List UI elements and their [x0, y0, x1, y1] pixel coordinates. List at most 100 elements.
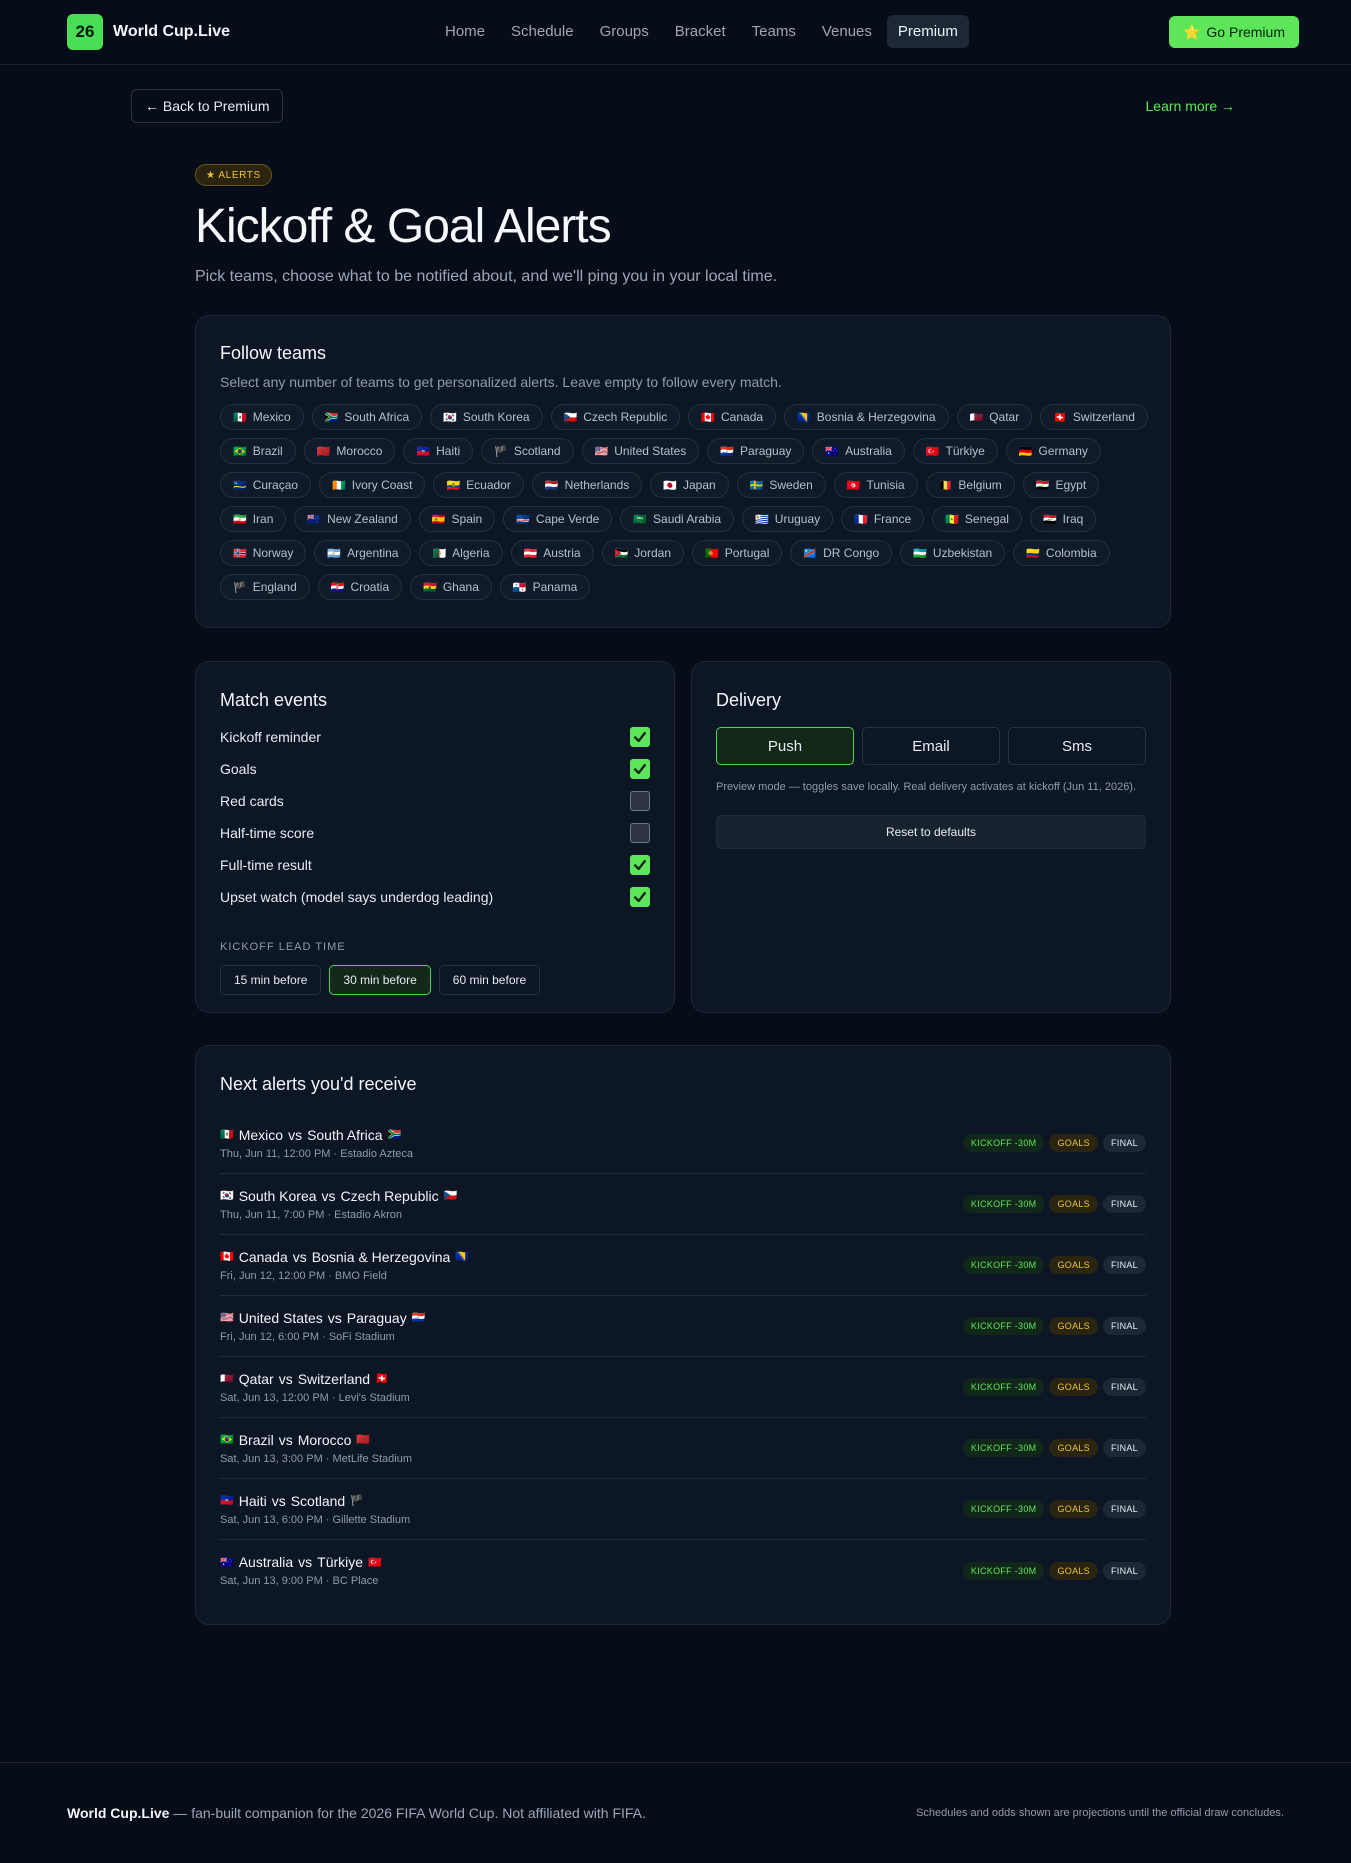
team-chip-south-korea[interactable]: 🇰🇷 South Korea	[430, 404, 543, 430]
nav-teams[interactable]: Teams	[741, 15, 807, 48]
team-chip-morocco[interactable]: 🇲🇦 Morocco	[303, 438, 396, 464]
away-flag-icon: 🇵🇾	[411, 1311, 426, 1324]
home-flag-icon: 🇲🇽	[220, 1128, 234, 1141]
team-chip-england[interactable]: 🏴 England	[220, 574, 310, 600]
nav-home[interactable]: Home	[434, 15, 496, 48]
team-chip-algeria[interactable]: 🇩🇿 Algeria	[419, 540, 503, 566]
team-chip-jordan[interactable]: 🇯🇴 Jordan	[601, 540, 684, 566]
delivery-title: Delivery	[716, 690, 782, 710]
away-team: Czech Republic	[340, 1187, 439, 1204]
lead-option-60-min-before[interactable]: 60 min before	[438, 965, 541, 995]
flag-icon: 🇯🇴	[614, 546, 629, 560]
back-to-premium-button[interactable]: ← Back to Premium	[131, 89, 284, 123]
event-label: Kickoff reminder	[220, 729, 321, 745]
team-chip-norway[interactable]: 🇳🇴 Norway	[220, 540, 307, 566]
team-chip-panama[interactable]: 🇵🇦 Panama	[499, 574, 591, 600]
team-chip-ecuador[interactable]: 🇪🇨 Ecuador	[433, 472, 524, 498]
team-chip-uzbekistan[interactable]: 🇺🇿 Uzbekistan	[900, 540, 1006, 566]
next-alerts-title: Next alerts you'd receive	[220, 1074, 417, 1094]
nav-venues[interactable]: Venues	[811, 15, 883, 48]
go-premium-button[interactable]: ⭐ Go Premium	[1168, 16, 1299, 48]
event-checkbox[interactable]	[630, 791, 650, 811]
team-chip-dr-congo[interactable]: 🇨🇩 DR Congo	[790, 540, 893, 566]
channel-email[interactable]: Email	[862, 727, 1000, 765]
footer: World Cup.Live — fan-built companion for…	[0, 1762, 1351, 1863]
team-chip-argentina[interactable]: 🇦🇷 Argentina	[314, 540, 412, 566]
nav-bracket[interactable]: Bracket	[664, 15, 737, 48]
flag-icon: 🇨🇦	[701, 410, 716, 424]
flag-icon: 🇲🇽	[233, 410, 247, 424]
nav-groups[interactable]: Groups	[589, 15, 660, 48]
team-chip-iran[interactable]: 🇮🇷 Iran	[220, 506, 287, 532]
team-chip-paraguay[interactable]: 🇵🇾 Paraguay	[707, 438, 805, 464]
reset-defaults-button[interactable]: Reset to defaults	[716, 815, 1146, 849]
final-badge: FINAL	[1102, 1134, 1146, 1152]
team-chip-austria[interactable]: 🇦🇹 Austria	[510, 540, 594, 566]
event-row-goals: Goals	[220, 753, 650, 785]
team-chip-united-states[interactable]: 🇺🇸 United States	[581, 438, 700, 464]
team-chip-canada[interactable]: 🇨🇦 Canada	[688, 404, 777, 430]
team-chip-cura-ao[interactable]: 🇨🇼 Curaçao	[220, 472, 312, 498]
team-chip-croatia[interactable]: 🇭🇷 Croatia	[317, 574, 403, 600]
team-chip-iraq[interactable]: 🇮🇶 Iraq	[1029, 506, 1097, 532]
team-chip-haiti[interactable]: 🇭🇹 Haiti	[403, 438, 474, 464]
event-checkbox[interactable]	[630, 823, 650, 843]
flag-icon: 🇫🇷	[854, 512, 868, 526]
channel-sms[interactable]: Sms	[1008, 727, 1146, 765]
team-chip-tunisia[interactable]: 🇹🇳 Tunisia	[833, 472, 918, 498]
team-chip-label: Ivory Coast	[351, 478, 413, 492]
team-chip-japan[interactable]: 🇯🇵 Japan	[650, 472, 729, 498]
team-chip-ivory-coast[interactable]: 🇨🇮 Ivory Coast	[319, 472, 426, 498]
team-chip-belgium[interactable]: 🇧🇪 Belgium	[925, 472, 1015, 498]
team-chip-label: Germany	[1038, 444, 1088, 458]
team-chip-brazil[interactable]: 🇧🇷 Brazil	[220, 438, 296, 464]
flag-icon: 🇨🇩	[803, 546, 818, 560]
event-checkbox[interactable]	[630, 727, 650, 747]
team-chip-australia[interactable]: 🇦🇺 Australia	[812, 438, 905, 464]
team-chip-uruguay[interactable]: 🇺🇾 Uruguay	[742, 506, 834, 532]
team-chip-south-africa[interactable]: 🇿🇦 South Africa	[311, 404, 423, 430]
nav-schedule[interactable]: Schedule	[500, 15, 585, 48]
team-chip-switzerland[interactable]: 🇨🇭 Switzerland	[1040, 404, 1148, 430]
lead-option-15-min-before[interactable]: 15 min before	[220, 965, 322, 995]
team-chip-t-rkiye[interactable]: 🇹🇷 Türkiye	[912, 438, 998, 464]
team-chip-label: United States	[614, 444, 687, 458]
nav-premium[interactable]: Premium	[886, 15, 969, 48]
goals-badge: GOALS	[1049, 1439, 1098, 1457]
team-chip-netherlands[interactable]: 🇳🇱 Netherlands	[531, 472, 643, 498]
team-chip-senegal[interactable]: 🇸🇳 Senegal	[932, 506, 1022, 532]
team-chip-ghana[interactable]: 🇬🇭 Ghana	[410, 574, 492, 600]
kickoff-badge: KICKOFF -30M	[962, 1317, 1045, 1335]
match-meta: Sat, Jun 13, 12:00 PM · Levi's Stadium	[220, 1391, 410, 1404]
vs-label: vs	[292, 1248, 307, 1265]
team-chip-qatar[interactable]: 🇶🇦 Qatar	[956, 404, 1033, 430]
team-chip-czech-republic[interactable]: 🇨🇿 Czech Republic	[550, 404, 681, 430]
team-chip-sweden[interactable]: 🇸🇪 Sweden	[736, 472, 826, 498]
team-chip-cape-verde[interactable]: 🇨🇻 Cape Verde	[503, 506, 613, 532]
event-checkbox[interactable]	[630, 855, 650, 875]
delivery-card: Delivery Push Email Sms Preview mode — tog…	[691, 661, 1171, 1013]
channel-push[interactable]: Push	[716, 727, 854, 765]
team-chip-portugal[interactable]: 🇵🇹 Portugal	[692, 540, 783, 566]
team-chip-france[interactable]: 🇫🇷 France	[841, 506, 925, 532]
team-chip-label: Algeria	[452, 546, 490, 560]
team-chip-colombia[interactable]: 🇨🇴 Colombia	[1013, 540, 1110, 566]
alert-info: 🇭🇹 Haiti vs Scotland 🏴 Sat, Jun 13, 6:00 PM ·…	[220, 1493, 410, 1526]
match-title: 🇺🇸 United States vs Paraguay 🇵🇾	[220, 1310, 425, 1326]
team-chip-mexico[interactable]: 🇲🇽 Mexico	[220, 404, 304, 430]
event-checkbox[interactable]	[630, 759, 650, 779]
event-label: Upset watch (model says underdog leading…	[220, 889, 494, 905]
vs-label: vs	[278, 1431, 293, 1448]
team-chip-new-zealand[interactable]: 🇳🇿 New Zealand	[294, 506, 411, 532]
lead-option-30-min-before[interactable]: 30 min before	[329, 965, 431, 995]
logo[interactable]: 26 World Cup.Live	[67, 14, 230, 50]
learn-more-link[interactable]: Learn more →	[1146, 98, 1235, 114]
event-checkbox[interactable]	[630, 887, 650, 907]
team-chip-egypt[interactable]: 🇪🇬 Egypt	[1022, 472, 1100, 498]
team-chip-scotland[interactable]: 🏴 Scotland	[481, 438, 574, 464]
team-chip-bosnia-herzegovina[interactable]: 🇧🇦 Bosnia & Herzegovina	[784, 404, 949, 430]
team-chip-germany[interactable]: 🇩🇪 Germany	[1005, 438, 1101, 464]
team-chip-saudi-arabia[interactable]: 🇸🇦 Saudi Arabia	[620, 506, 735, 532]
home-team: United States	[238, 1309, 323, 1326]
team-chip-spain[interactable]: 🇪🇸 Spain	[418, 506, 496, 532]
